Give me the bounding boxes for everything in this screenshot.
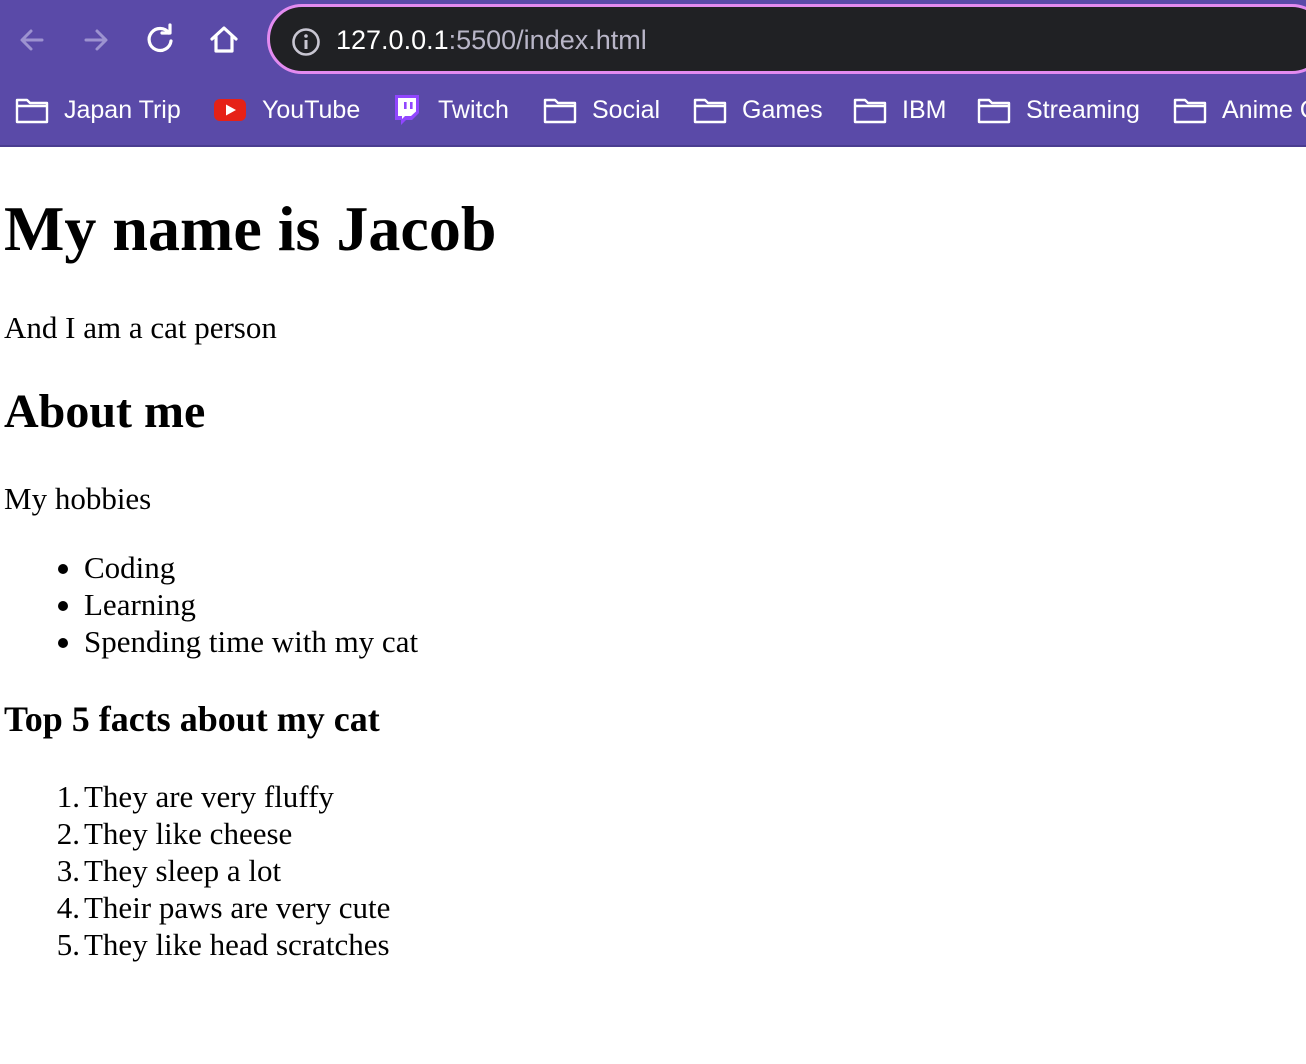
bookmark-ibm[interactable]: IBM bbox=[853, 88, 946, 132]
bookmark-label: Twitch bbox=[438, 95, 509, 124]
list-item: Coding bbox=[57, 549, 418, 586]
bookmark-label: Japan Trip bbox=[64, 95, 181, 124]
url-text[interactable]: 127.0.0.1:5500/index.html bbox=[336, 23, 647, 57]
url-path: :5500/index.html bbox=[448, 25, 647, 55]
reload-icon bbox=[147, 23, 173, 53]
list-text: Their paws are very cute bbox=[84, 890, 391, 925]
arrow-left-icon bbox=[20, 29, 44, 51]
address-bar[interactable]: 127.0.0.1:5500/index.html bbox=[267, 4, 1306, 74]
bookmarks-bar: Japan Trip YouTube Twitch Social Games I… bbox=[0, 88, 1306, 132]
twitch-icon bbox=[389, 95, 423, 125]
browser-chrome: 127.0.0.1:5500/index.html Japan Trip You… bbox=[0, 0, 1306, 147]
about-heading: About me bbox=[4, 385, 206, 438]
forward-button[interactable] bbox=[76, 20, 116, 60]
list-number: 5. bbox=[56, 927, 80, 962]
list-text: They like cheese bbox=[84, 816, 293, 851]
list-number: 4. bbox=[56, 890, 80, 925]
list-item: 4. Their paws are very cute bbox=[57, 889, 391, 926]
list-text: They are very fluffy bbox=[84, 779, 334, 814]
list-item: Learning bbox=[57, 586, 418, 623]
reload-button[interactable] bbox=[140, 20, 180, 60]
bookmark-label: IBM bbox=[902, 95, 947, 124]
list-item: Spending time with my cat bbox=[57, 624, 419, 659]
facts-list: 1. They are very fluffy 2. They like chees… bbox=[57, 778, 391, 963]
bookmark-social[interactable]: Social bbox=[543, 88, 660, 132]
folder-icon bbox=[15, 96, 49, 124]
folder-icon bbox=[693, 96, 727, 124]
list-number: 2. bbox=[56, 816, 80, 851]
bookmark-label: Social bbox=[592, 95, 661, 124]
bookmark-twitch[interactable]: Twitch bbox=[389, 88, 509, 132]
info-icon[interactable] bbox=[291, 27, 321, 57]
tagline: And I am a cat person bbox=[4, 310, 277, 345]
list-item: 3. They sleep a lot bbox=[57, 852, 390, 889]
bookmark-youtube[interactable]: YouTube bbox=[213, 88, 360, 132]
bookmark-japan-trip[interactable]: Japan Trip bbox=[15, 88, 181, 132]
list-text: They sleep a lot bbox=[84, 853, 282, 888]
folder-icon bbox=[977, 96, 1011, 124]
bookmark-label: Anime C bbox=[1222, 95, 1306, 124]
hobbies-intro: My hobbies bbox=[4, 481, 152, 516]
bookmark-streaming[interactable]: Streaming bbox=[977, 88, 1140, 132]
list-number: 3. bbox=[56, 853, 80, 888]
list-text: They like head scratches bbox=[84, 927, 390, 962]
arrow-right-icon bbox=[84, 29, 108, 51]
list-item: 2. They like cheese bbox=[57, 815, 390, 852]
home-button[interactable] bbox=[204, 20, 244, 60]
url-host: 127.0.0.1 bbox=[336, 25, 449, 55]
list-item: 1. They are very fluffy bbox=[57, 778, 390, 815]
folder-icon bbox=[1173, 96, 1207, 124]
bookmark-games[interactable]: Games bbox=[693, 88, 823, 132]
folder-icon bbox=[543, 96, 577, 124]
folder-icon bbox=[853, 96, 887, 124]
list-number: 1. bbox=[56, 779, 80, 814]
list-item: 5. They like head scratches bbox=[57, 926, 390, 963]
youtube-icon bbox=[213, 96, 247, 124]
bookmark-label: Games bbox=[742, 95, 823, 124]
facts-heading: Top 5 facts about my cat bbox=[4, 699, 380, 739]
bookmark-label: YouTube bbox=[262, 95, 361, 124]
hobbies-list: Coding Learning Spending time with my ca… bbox=[57, 549, 419, 660]
back-button[interactable] bbox=[12, 20, 52, 60]
bookmark-anime[interactable]: Anime C bbox=[1173, 88, 1306, 132]
bookmark-label: Streaming bbox=[1026, 95, 1140, 124]
page-title: My name is Jacob bbox=[4, 193, 497, 264]
home-icon bbox=[210, 26, 238, 53]
